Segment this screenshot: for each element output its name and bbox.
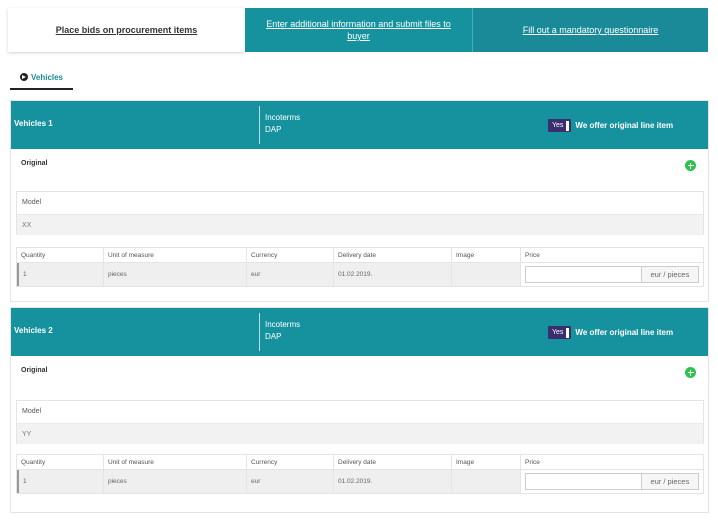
original-row: Original — [11, 356, 708, 390]
tab-vehicles[interactable]: Vehicles — [10, 66, 73, 90]
col-image: Image — [451, 455, 520, 469]
offer-original-toggle[interactable]: Yes — [548, 326, 572, 339]
price-input[interactable] — [525, 473, 641, 490]
col-unit: Unit of measure — [103, 248, 246, 262]
incoterms-label: Incoterms — [265, 320, 301, 329]
line-item-header: Vehicles 1 Incoterms DAP Yes We offer or… — [11, 101, 708, 149]
cell-quantity: 1 — [17, 470, 103, 493]
price-input[interactable] — [525, 266, 641, 283]
step-place-bids[interactable]: Place bids on procurement items — [8, 8, 245, 52]
col-unit: Unit of measure — [103, 455, 246, 469]
header-divider — [259, 313, 260, 351]
item-details-table: Quantity Unit of measure Currency Delive… — [16, 247, 704, 287]
col-price: Price — [520, 455, 703, 469]
offer-original-toggle[interactable]: Yes — [548, 119, 572, 132]
cell-price: eur / pieces — [520, 470, 703, 493]
price-unit: eur / pieces — [640, 266, 699, 283]
price-unit: eur / pieces — [640, 473, 699, 490]
step-navigation: Place bids on procurement items Enter ad… — [8, 8, 708, 52]
model-label: Model — [22, 199, 42, 206]
line-item-vehicles-1: Vehicles 1 Incoterms DAP Yes We offer or… — [10, 100, 709, 302]
cell-delivery-date: 01.02.2019. — [333, 470, 451, 493]
table-row: 1 pieces eur 01.02.2019. eur / pieces — [17, 469, 703, 493]
header-divider — [259, 106, 260, 144]
incoterms-value: DAP — [265, 125, 282, 134]
step-questionnaire[interactable]: Fill out a mandatory questionnaire — [472, 8, 708, 52]
offer-original-toggle-group: Yes We offer original line item — [548, 326, 673, 339]
line-item-header: Vehicles 2 Incoterms DAP Yes We offer or… — [11, 308, 708, 356]
add-alternative-button[interactable] — [685, 160, 696, 171]
cell-price: eur / pieces — [520, 263, 703, 286]
table-header-row: Quantity Unit of measure Currency Delive… — [17, 248, 703, 262]
col-quantity: Quantity — [21, 251, 46, 259]
line-item-title: Vehicles 2 — [14, 326, 53, 335]
col-currency: Currency — [246, 455, 333, 469]
incoterms-value: DAP — [265, 332, 282, 341]
col-delivery-date: Delivery date — [333, 455, 451, 469]
add-alternative-button[interactable] — [685, 367, 696, 378]
col-quantity: Quantity — [21, 458, 46, 466]
model-value: YY — [17, 423, 703, 444]
table-header-row: Quantity Unit of measure Currency Delive… — [17, 455, 703, 469]
toggle-knob — [566, 327, 570, 338]
cell-currency: eur — [246, 263, 333, 286]
offer-original-label: We offer original line item — [575, 328, 674, 337]
cell-quantity: 1 — [17, 263, 103, 286]
col-currency: Currency — [246, 248, 333, 262]
line-item-vehicles-2: Vehicles 2 Incoterms DAP Yes We offer or… — [10, 307, 709, 513]
original-row: Original — [11, 149, 708, 183]
toggle-label: Yes — [552, 122, 564, 129]
cell-unit: pieces — [103, 470, 246, 493]
line-item-title: Vehicles 1 — [14, 119, 53, 128]
model-box: Model YY — [16, 400, 704, 444]
offer-original-label: We offer original line item — [575, 121, 674, 130]
step-additional-info[interactable]: Enter additional information and submit … — [245, 8, 472, 52]
tab-vehicles-label: Vehicles — [30, 72, 64, 82]
incoterms-label: Incoterms — [265, 113, 301, 122]
table-row: 1 pieces eur 01.02.2019. eur / pieces — [17, 262, 703, 286]
item-details-table: Quantity Unit of measure Currency Delive… — [16, 454, 704, 494]
original-label: Original — [21, 367, 48, 374]
cell-image — [451, 263, 520, 286]
cell-delivery-date: 01.02.2019. — [333, 263, 451, 286]
cell-currency: eur — [246, 470, 333, 493]
toggle-knob — [566, 120, 570, 131]
toggle-label: Yes — [552, 329, 564, 336]
original-label: Original — [21, 160, 48, 167]
col-delivery-date: Delivery date — [333, 248, 451, 262]
col-image: Image — [451, 248, 520, 262]
model-value: XX — [17, 214, 703, 235]
model-box: Model XX — [16, 191, 704, 235]
model-label: Model — [22, 408, 42, 415]
offer-original-toggle-group: Yes We offer original line item — [548, 119, 673, 132]
cell-image — [451, 470, 520, 493]
arrow-right-circle-icon — [19, 73, 28, 81]
cell-unit: pieces — [103, 263, 246, 286]
col-price: Price — [520, 248, 703, 262]
